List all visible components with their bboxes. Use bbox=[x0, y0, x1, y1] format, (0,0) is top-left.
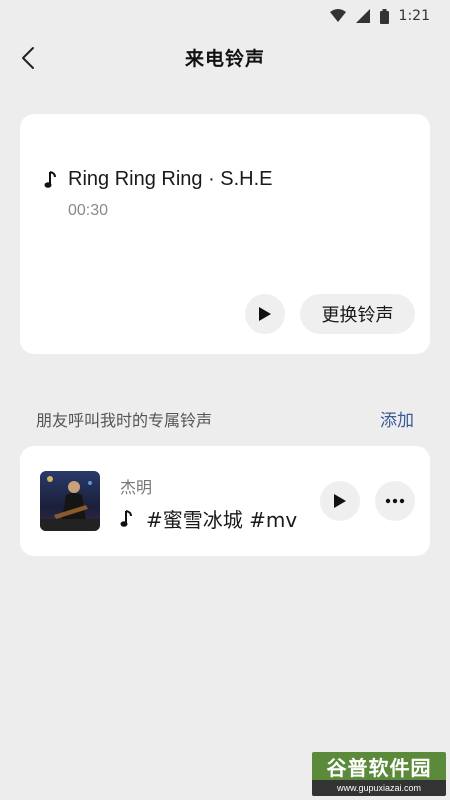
ringtone-row: Ring Ring Ring · S.H.E bbox=[44, 168, 273, 191]
status-bar: 1:21 bbox=[0, 0, 450, 32]
add-button[interactable]: 添加 bbox=[380, 406, 414, 431]
watermark-logo: 谷普软件园 www.gupuxiazai.com bbox=[312, 752, 446, 796]
contact-ringtone-name: #蜜雪冰城 #mv bbox=[146, 508, 298, 532]
play-icon bbox=[259, 307, 271, 321]
play-ringtone-button[interactable] bbox=[245, 294, 285, 334]
section-title: 朋友呼叫我时的专属铃声 bbox=[36, 410, 213, 430]
music-note-icon bbox=[44, 170, 56, 188]
contact-ringtone-card: 杰明 #蜜雪冰城 #mv bbox=[20, 446, 430, 556]
back-button[interactable] bbox=[14, 44, 42, 72]
watermark-brand: 谷普软件园 bbox=[326, 755, 432, 780]
status-time: 1:21 bbox=[398, 8, 430, 24]
play-icon bbox=[334, 494, 346, 508]
chevron-left-icon bbox=[22, 47, 34, 69]
music-note-icon bbox=[120, 509, 132, 527]
battery-icon bbox=[379, 8, 389, 24]
current-ringtone-card: Ring Ring Ring · S.H.E 00:30 更换铃声 bbox=[20, 114, 430, 354]
ringtone-duration: 00:30 bbox=[68, 202, 109, 219]
navigation-bar: 来电铃声 bbox=[0, 32, 450, 82]
wifi-icon bbox=[329, 9, 346, 22]
page-title: 来电铃声 bbox=[184, 47, 265, 70]
play-contact-ringtone-button[interactable] bbox=[320, 481, 360, 521]
avatar bbox=[40, 471, 100, 531]
more-options-button[interactable] bbox=[375, 481, 415, 521]
more-icon bbox=[385, 498, 405, 504]
avatar-image bbox=[40, 471, 100, 531]
contact-ringtone-row: #蜜雪冰城 #mv bbox=[120, 504, 297, 533]
contact-name: 杰明 bbox=[120, 478, 153, 497]
exclusive-ringtone-section-header: 朋友呼叫我时的专属铃声 添加 bbox=[36, 406, 414, 432]
signal-icon bbox=[355, 9, 370, 23]
watermark-url: www.gupuxiazai.com bbox=[312, 780, 446, 796]
change-ringtone-button[interactable]: 更换铃声 bbox=[300, 294, 415, 334]
ringtone-name: Ring Ring Ring · S.H.E bbox=[68, 168, 273, 190]
